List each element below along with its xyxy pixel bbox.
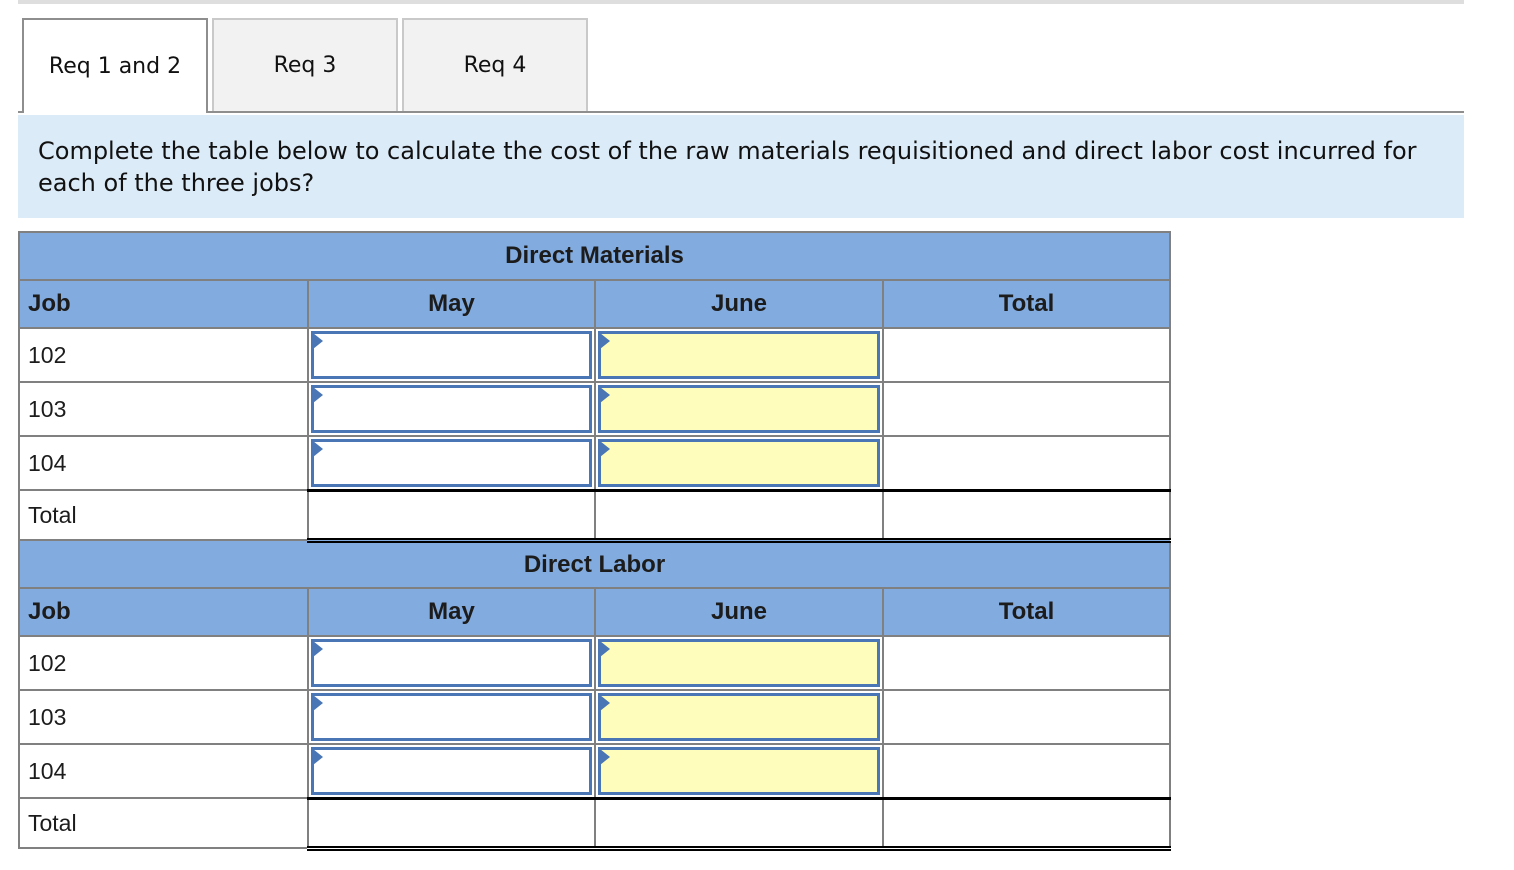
top-divider bbox=[18, 0, 1464, 4]
input-flag-icon bbox=[313, 641, 323, 657]
total-label: Total bbox=[18, 797, 309, 849]
col-header-job: Job bbox=[18, 587, 309, 637]
input-flag-icon bbox=[600, 387, 610, 403]
table-row: 102 bbox=[18, 327, 1171, 383]
input-flag-icon bbox=[313, 695, 323, 711]
tab-label: Req 3 bbox=[273, 53, 337, 78]
dm-may-input[interactable] bbox=[314, 388, 589, 430]
dl-total-cell bbox=[882, 743, 1171, 800]
dl-june-total bbox=[594, 797, 884, 851]
dl-june-input[interactable] bbox=[601, 750, 877, 792]
total-row: Total bbox=[18, 489, 1171, 543]
dl-total-cell bbox=[882, 635, 1171, 691]
dm-total-cell bbox=[882, 435, 1171, 492]
col-header-total: Total bbox=[882, 279, 1171, 329]
dm-june-input[interactable] bbox=[601, 442, 877, 484]
tab-label: Req 4 bbox=[463, 53, 527, 78]
job-label: 102 bbox=[18, 635, 309, 691]
input-flag-icon bbox=[313, 387, 323, 403]
col-header-may: May bbox=[307, 587, 596, 637]
col-header-june: June bbox=[594, 587, 884, 637]
dm-may-input[interactable] bbox=[314, 334, 589, 376]
table-row: 102 bbox=[18, 635, 1171, 691]
dm-june-input[interactable] bbox=[601, 334, 877, 376]
dm-june-input[interactable] bbox=[601, 388, 877, 430]
input-flag-icon bbox=[600, 695, 610, 711]
instruction-text: Complete the table below to calculate th… bbox=[38, 135, 1464, 199]
dl-may-input[interactable] bbox=[314, 750, 589, 792]
instruction-line-1: Complete the table below to calculate th… bbox=[38, 137, 1417, 165]
job-label: 104 bbox=[18, 435, 309, 491]
dm-grand-total bbox=[882, 489, 1171, 543]
input-flag-icon bbox=[313, 333, 323, 349]
tab-req-1-and-2[interactable]: Req 1 and 2 bbox=[22, 18, 208, 113]
input-flag-icon bbox=[313, 441, 323, 457]
col-header-total: Total bbox=[882, 587, 1171, 637]
dl-june-input[interactable] bbox=[601, 696, 877, 738]
col-header-job: Job bbox=[18, 279, 309, 329]
tab-baseline bbox=[18, 111, 1464, 113]
tab-label: Req 1 and 2 bbox=[48, 54, 182, 79]
section-title-direct-materials: Direct Materials bbox=[18, 231, 1171, 281]
instruction-line-2: each of the three jobs? bbox=[38, 169, 315, 197]
dm-total-cell bbox=[882, 381, 1171, 437]
dl-may-input[interactable] bbox=[314, 642, 589, 684]
table-row: 103 bbox=[18, 381, 1171, 437]
table-row: 103 bbox=[18, 689, 1171, 745]
input-flag-icon bbox=[600, 333, 610, 349]
dl-total-cell bbox=[882, 689, 1171, 745]
dl-may-input[interactable] bbox=[314, 696, 589, 738]
dm-june-total bbox=[594, 489, 884, 543]
input-flag-icon bbox=[600, 749, 610, 765]
dm-may-total bbox=[307, 489, 596, 543]
total-label: Total bbox=[18, 489, 309, 541]
section-title-direct-labor: Direct Labor bbox=[18, 539, 1171, 589]
input-flag-icon bbox=[313, 749, 323, 765]
tab-req-3[interactable]: Req 3 bbox=[212, 18, 398, 111]
dm-total-cell bbox=[882, 327, 1171, 383]
job-label: 103 bbox=[18, 689, 309, 745]
tab-bar: Req 1 and 2 Req 3 Req 4 bbox=[18, 18, 1464, 113]
dl-may-total bbox=[307, 797, 596, 851]
col-header-may: May bbox=[307, 279, 596, 329]
tab-req-4[interactable]: Req 4 bbox=[402, 18, 588, 111]
job-label: 104 bbox=[18, 743, 309, 799]
col-header-june: June bbox=[594, 279, 884, 329]
job-label: 102 bbox=[18, 327, 309, 383]
job-label: 103 bbox=[18, 381, 309, 437]
table-row: 104 bbox=[18, 435, 1171, 492]
dm-may-input[interactable] bbox=[314, 442, 589, 484]
instruction-box: Complete the table below to calculate th… bbox=[18, 115, 1464, 218]
input-flag-icon bbox=[600, 441, 610, 457]
dl-grand-total bbox=[882, 797, 1171, 851]
dl-june-input[interactable] bbox=[601, 642, 877, 684]
cost-table: Direct Materials Job May June Total 102 … bbox=[18, 231, 1171, 851]
total-row: Total bbox=[18, 797, 1171, 851]
table-row: 104 bbox=[18, 743, 1171, 800]
input-flag-icon bbox=[600, 641, 610, 657]
